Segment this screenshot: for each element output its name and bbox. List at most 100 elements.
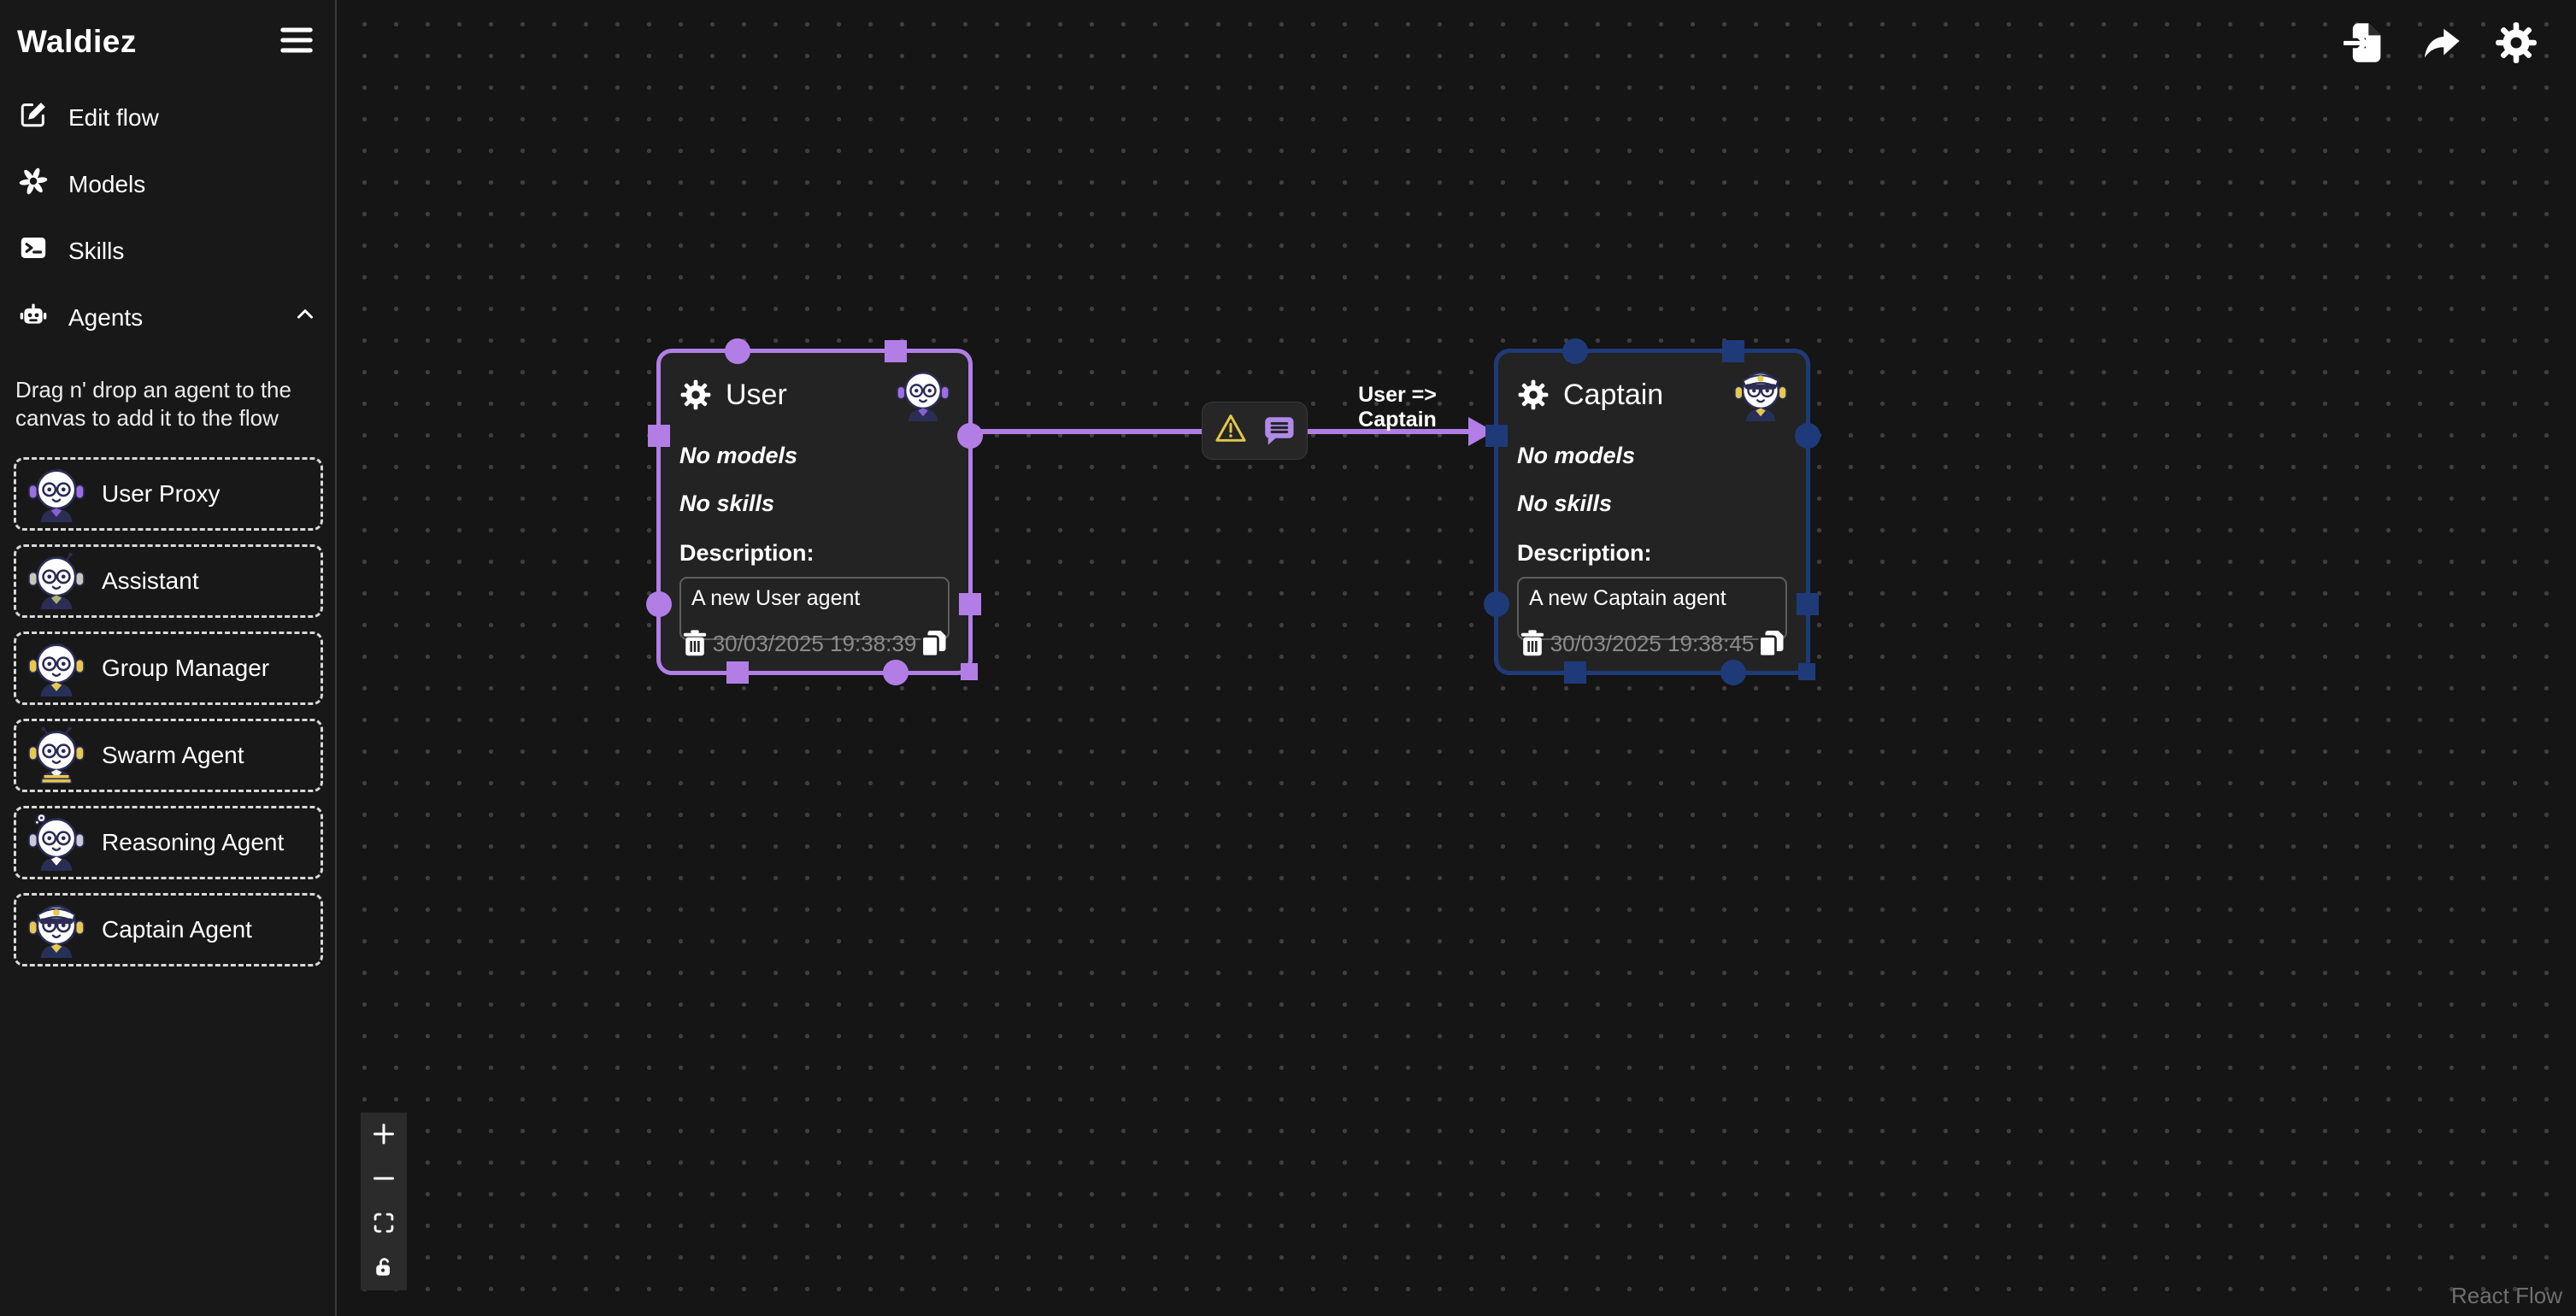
trash-icon xyxy=(679,649,710,661)
fit-view-icon xyxy=(372,1211,396,1237)
edge-chat-button[interactable] xyxy=(1261,413,1297,449)
node-footer: 30/03/2025 19:38:39 xyxy=(679,628,950,659)
agent-node-captain[interactable]: Captain No models No skills Description:… xyxy=(1494,349,1810,675)
node-timestamp: 30/03/2025 19:38:39 xyxy=(713,631,917,657)
copy-icon xyxy=(919,649,950,661)
export-flow-icon xyxy=(2419,55,2463,68)
node-settings-button[interactable] xyxy=(679,379,712,411)
zoom-in-button[interactable] xyxy=(361,1113,407,1157)
connection-handle[interactable] xyxy=(883,660,909,685)
sidebar-toggle-button[interactable] xyxy=(275,22,318,61)
node-timestamp: 30/03/2025 19:38:45 xyxy=(1550,631,1755,657)
no-models-text: No models xyxy=(679,443,950,469)
description-label: Description: xyxy=(1517,540,1787,567)
assistant-avatar xyxy=(28,553,85,609)
palette-agent-label: Group Manager xyxy=(102,655,269,682)
sidebar-item-agents[interactable]: Agents xyxy=(17,298,320,337)
clone-agent-button[interactable] xyxy=(1756,628,1787,659)
resize-handle[interactable] xyxy=(1798,663,1815,680)
chat-icon xyxy=(1261,438,1297,451)
sidebar: Waldiez Edit fl xyxy=(0,0,337,1316)
connection-handle[interactable] xyxy=(1485,425,1508,447)
sidebar-item-models[interactable]: Models xyxy=(17,165,320,203)
agent-palette: User Proxy Assistant Group Manager Swarm… xyxy=(14,457,323,966)
settings-button[interactable] xyxy=(2494,21,2538,65)
flow-canvas[interactable]: User No models No skills Description: A … xyxy=(337,0,2576,1316)
models-label: Models xyxy=(68,171,145,198)
node-footer: 30/03/2025 19:38:45 xyxy=(1517,628,1787,659)
palette-agent-label: Swarm Agent xyxy=(102,742,244,769)
swarm-agent-avatar xyxy=(28,727,85,784)
chevron-up-icon xyxy=(292,302,318,333)
resize-handle[interactable] xyxy=(961,663,978,680)
skills-icon xyxy=(19,233,48,268)
node-header: Captain xyxy=(1517,368,1787,421)
edge-toolbar xyxy=(1202,402,1308,460)
palette-agent-label: User Proxy xyxy=(102,480,220,508)
palette-agent-group-manager[interactable]: Group Manager xyxy=(14,632,323,705)
zoom-out-button[interactable] xyxy=(361,1157,407,1201)
reasoning-agent-avatar xyxy=(28,814,85,871)
connection-handle[interactable] xyxy=(1795,423,1820,449)
user-proxy-avatar xyxy=(28,466,85,522)
connection-handle[interactable] xyxy=(648,425,670,447)
palette-agent-label: Assistant xyxy=(102,567,199,595)
palette-agent-reasoning[interactable]: Reasoning Agent xyxy=(14,806,323,879)
connection-handle[interactable] xyxy=(1722,340,1744,362)
agents-icon xyxy=(19,300,48,335)
palette-agent-captain[interactable]: Captain Agent xyxy=(14,893,323,966)
lock-toggle-button[interactable] xyxy=(361,1246,407,1290)
connection-handle[interactable] xyxy=(959,593,981,615)
drag-drop-hint: Drag n' drop an agent to the canvas to a… xyxy=(15,376,321,433)
flow-toolbar xyxy=(2344,21,2538,65)
captain-agent-avatar xyxy=(1734,368,1787,421)
app-title: Waldiez xyxy=(17,24,137,60)
connection-handle[interactable] xyxy=(1720,660,1746,685)
palette-agent-assistant[interactable]: Assistant xyxy=(14,544,323,618)
unlock-icon xyxy=(372,1255,396,1282)
copy-icon xyxy=(1756,649,1787,661)
no-skills-text: No skills xyxy=(1517,491,1787,517)
agent-node-user[interactable]: User No models No skills Description: A … xyxy=(656,349,973,675)
warning-icon xyxy=(1213,411,1249,451)
node-header: User xyxy=(679,368,950,421)
import-flow-button[interactable] xyxy=(2344,21,2388,65)
canvas-controls xyxy=(361,1113,407,1290)
connection-handle[interactable] xyxy=(885,340,907,362)
delete-agent-button[interactable] xyxy=(679,628,710,659)
connection-handle[interactable] xyxy=(1564,661,1586,684)
trash-icon xyxy=(1517,649,1548,661)
connection-handle[interactable] xyxy=(1484,591,1509,617)
connection-handle[interactable] xyxy=(1562,338,1588,364)
sidebar-item-skills[interactable]: Skills xyxy=(17,232,320,270)
palette-agent-swarm[interactable]: Swarm Agent xyxy=(14,719,323,792)
group-manager-avatar xyxy=(28,640,85,696)
minus-icon xyxy=(372,1166,396,1193)
agents-label: Agents xyxy=(68,304,143,332)
clone-agent-button[interactable] xyxy=(919,628,950,659)
connection-handle[interactable] xyxy=(646,591,672,617)
plus-icon xyxy=(372,1122,396,1149)
connection-handle[interactable] xyxy=(1797,593,1819,615)
settings-icon xyxy=(2494,55,2538,68)
connection-handle[interactable] xyxy=(725,338,750,364)
import-flow-icon xyxy=(2344,55,2388,68)
react-flow-attribution[interactable]: React Flow xyxy=(2451,1283,2562,1309)
fit-view-button[interactable] xyxy=(361,1201,407,1246)
palette-agent-label: Captain Agent xyxy=(102,916,252,943)
delete-agent-button[interactable] xyxy=(1517,628,1548,659)
export-flow-button[interactable] xyxy=(2419,21,2463,65)
connection-handle[interactable] xyxy=(726,661,749,684)
edge-label: User => Captain xyxy=(1320,383,1475,432)
palette-agent-user-proxy[interactable]: User Proxy xyxy=(14,457,323,531)
no-models-text: No models xyxy=(1517,443,1787,469)
edit-flow-label: Edit flow xyxy=(68,104,159,132)
sidebar-item-edit-flow[interactable]: Edit flow xyxy=(17,98,320,137)
description-label: Description: xyxy=(679,540,950,567)
models-icon xyxy=(19,167,48,202)
hamburger-icon xyxy=(279,44,315,57)
connection-handle[interactable] xyxy=(957,423,983,449)
skills-label: Skills xyxy=(68,238,124,265)
sidebar-header: Waldiez xyxy=(14,21,323,61)
node-settings-button[interactable] xyxy=(1517,379,1550,411)
